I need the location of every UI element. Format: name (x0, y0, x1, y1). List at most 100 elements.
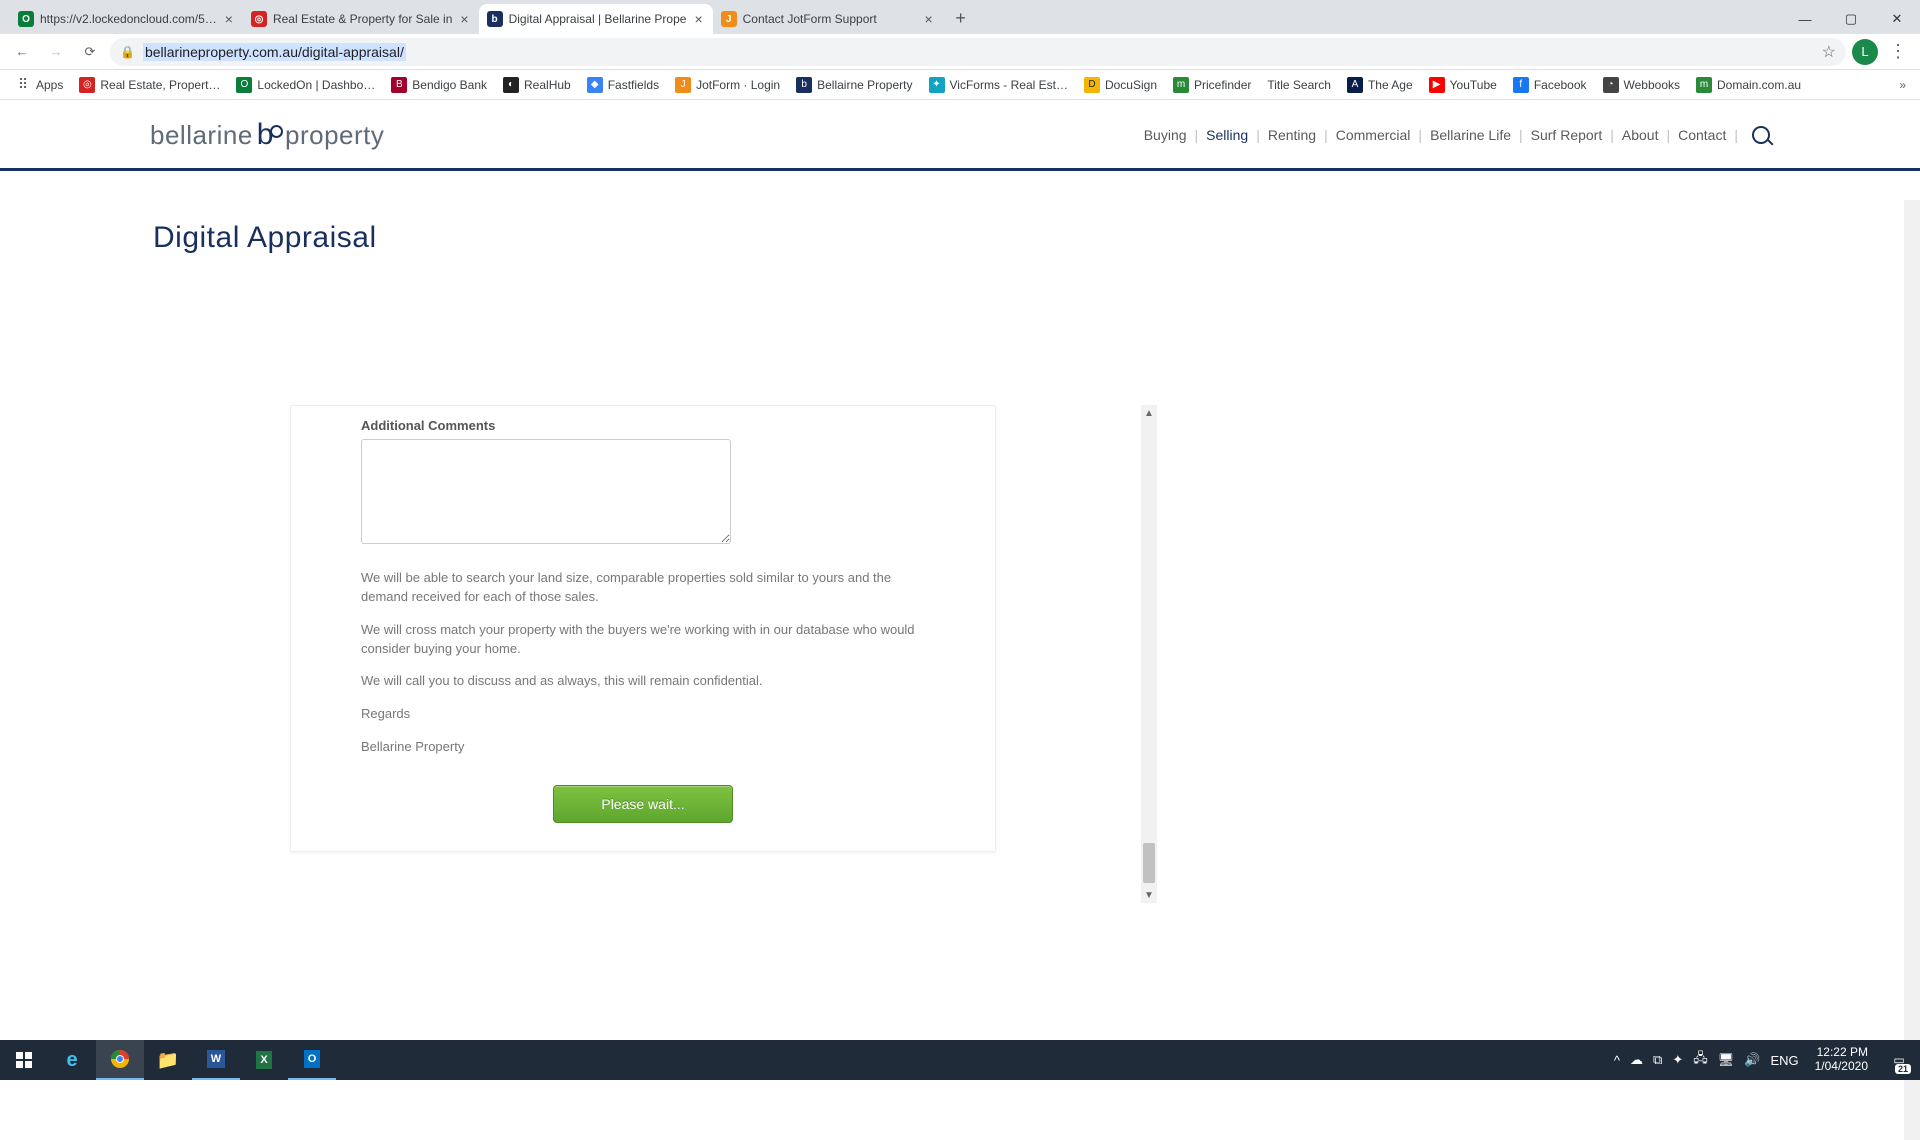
lock-icon: 🔒 (120, 45, 135, 59)
notification-count: 21 (1895, 1064, 1911, 1074)
bookmark-item[interactable]: ◎Real Estate, Propert… (72, 73, 227, 97)
nav-separator: | (1734, 127, 1738, 143)
tab-close-icon[interactable]: × (692, 11, 704, 27)
tray-dropbox-icon[interactable]: ⧉ (1653, 1052, 1662, 1068)
bookmark-item[interactable]: ⠿ Apps (8, 73, 70, 97)
taskbar-clock[interactable]: 12:22 PM 1/04/2020 (1809, 1046, 1874, 1074)
bookmark-favicon: J (675, 77, 691, 93)
bookmark-star-icon[interactable]: ☆ (1822, 42, 1836, 62)
bookmark-favicon: m (1173, 77, 1189, 93)
chrome-menu-button[interactable]: ⋮ (1884, 41, 1912, 62)
reload-button[interactable]: ⟳ (76, 38, 104, 66)
nav-link-surf-report[interactable]: Surf Report (1531, 127, 1603, 143)
info-text-2: We will cross match your property with t… (361, 621, 925, 659)
tray-sync-icon[interactable]: ✦ (1672, 1052, 1683, 1068)
nav-link-buying[interactable]: Buying (1144, 127, 1187, 143)
close-window-button[interactable]: ✕ (1874, 4, 1920, 34)
new-tab-button[interactable]: + (947, 4, 975, 32)
tray-chevron-icon[interactable]: ^ (1614, 1053, 1620, 1068)
info-text-5: Bellarine Property (361, 738, 925, 757)
bookmarks-overflow-icon[interactable]: » (1893, 78, 1912, 92)
action-center-button[interactable]: ▭ 21 (1884, 1040, 1914, 1080)
tab-close-icon[interactable]: × (922, 11, 934, 27)
tray-language[interactable]: ENG (1770, 1053, 1798, 1068)
windows-taskbar: e 📁 W X O ^ ☁ ⧉ ✦ 🖧 🖥 🔊 ENG 12:22 PM 1/0… (0, 1040, 1920, 1080)
clock-date: 1/04/2020 (1815, 1060, 1868, 1074)
bookmark-item[interactable]: DDocuSign (1077, 73, 1164, 97)
nav-separator: | (1519, 127, 1523, 143)
tab-favicon: ◎ (251, 11, 267, 27)
url-text: bellarineproperty.com.au/digital-apprais… (143, 43, 406, 61)
browser-tab[interactable]: bDigital Appraisal | Bellarine Prope× (479, 4, 713, 34)
browser-tab[interactable]: Ohttps://v2.lockedoncloud.com/5…× (10, 4, 243, 34)
bookmark-item[interactable]: BBendigo Bank (384, 73, 494, 97)
clock-time: 12:22 PM (1815, 1046, 1868, 1060)
tray-volume-icon[interactable]: 🔊 (1744, 1052, 1760, 1068)
tab-close-icon[interactable]: × (458, 11, 470, 27)
bookmark-item[interactable]: Title Search (1260, 74, 1338, 96)
taskbar-explorer[interactable]: 📁 (144, 1040, 192, 1080)
bookmark-favicon: ◆ (587, 77, 603, 93)
taskbar-edge[interactable]: e (48, 1040, 96, 1080)
bookmark-favicon: f (1513, 77, 1529, 93)
taskbar-excel[interactable]: X (240, 1040, 288, 1080)
start-button[interactable] (0, 1040, 48, 1080)
forward-button[interactable]: → (42, 38, 70, 66)
taskbar-word[interactable]: W (192, 1040, 240, 1080)
tab-favicon: b (487, 11, 503, 27)
bookmark-label: Domain.com.au (1717, 78, 1801, 92)
bookmark-favicon: m (1696, 77, 1712, 93)
bookmark-item[interactable]: ◐RealHub (496, 73, 578, 97)
scrollbar-thumb[interactable] (1143, 843, 1155, 883)
bookmark-favicon: ◔ (1603, 77, 1619, 93)
brand-logo[interactable]: bellarine b property (150, 118, 384, 152)
bookmark-item[interactable]: ✦VicForms - Real Est… (922, 73, 1075, 97)
bookmark-item[interactable]: OLockedOn | Dashbo… (229, 73, 382, 97)
maximize-button[interactable]: ▢ (1828, 4, 1874, 34)
iframe-scrollbar[interactable]: ▲ ▼ (1141, 405, 1157, 903)
submit-button[interactable]: Please wait... (553, 785, 733, 823)
nav-search-icon[interactable] (1752, 126, 1770, 144)
bookmark-favicon: ⠿ (15, 77, 31, 93)
bookmark-item[interactable]: mPricefinder (1166, 73, 1258, 97)
bookmark-item[interactable]: AThe Age (1340, 73, 1420, 97)
tray-network-icon[interactable]: 🖧 (1693, 1049, 1708, 1071)
nav-link-commercial[interactable]: Commercial (1336, 127, 1411, 143)
comments-textarea[interactable] (361, 439, 731, 544)
taskbar-chrome[interactable] (96, 1040, 144, 1080)
bookmark-label: RealHub (524, 78, 571, 92)
tray-display-icon[interactable]: 🖥 (1718, 1052, 1735, 1068)
taskbar-outlook[interactable]: O (288, 1040, 336, 1080)
nav-link-contact[interactable]: Contact (1678, 127, 1726, 143)
info-text-4: Regards (361, 705, 925, 724)
nav-link-selling[interactable]: Selling (1206, 127, 1248, 143)
bookmark-item[interactable]: bBellairne Property (789, 73, 919, 97)
bookmark-item[interactable]: ▶YouTube (1422, 73, 1504, 97)
bookmark-item[interactable]: fFacebook (1506, 73, 1594, 97)
address-input[interactable]: 🔒 bellarineproperty.com.au/digital-appra… (110, 38, 1846, 66)
tab-close-icon[interactable]: × (223, 11, 235, 27)
nav-link-renting[interactable]: Renting (1268, 127, 1316, 143)
bookmark-item[interactable]: ◔Webbooks (1596, 73, 1687, 97)
bookmark-item[interactable]: ◆Fastfields (580, 73, 666, 97)
system-tray: ^ ☁ ⧉ ✦ 🖧 🖥 🔊 ENG 12:22 PM 1/04/2020 ▭ 2… (1614, 1040, 1920, 1080)
bookmark-item[interactable]: m Domain.com.au (1689, 73, 1808, 97)
browser-tab[interactable]: ◎Real Estate & Property for Sale in× (243, 4, 479, 34)
profile-avatar[interactable]: L (1852, 39, 1878, 65)
page-content: bellarine b property Buying | Selling | … (0, 100, 1920, 275)
nav-separator: | (1666, 127, 1670, 143)
brand-mark: b (257, 118, 281, 152)
scrollbar-down-icon[interactable]: ▼ (1141, 887, 1157, 903)
tray-onedrive-icon[interactable]: ☁ (1630, 1052, 1643, 1068)
address-bar-row: ← → ⟳ 🔒 bellarineproperty.com.au/digital… (0, 34, 1920, 70)
bookmark-item[interactable]: JJotForm · Login (668, 73, 787, 97)
back-button[interactable]: ← (8, 38, 36, 66)
nav-link-bellarine-life[interactable]: Bellarine Life (1430, 127, 1511, 143)
bookmark-label: Bellairne Property (817, 78, 912, 92)
minimize-button[interactable]: — (1782, 4, 1828, 34)
bookmark-label: Apps (36, 78, 63, 92)
page-scrollbar[interactable] (1904, 200, 1920, 1140)
scrollbar-up-icon[interactable]: ▲ (1141, 405, 1157, 421)
browser-tab[interactable]: JContact JotForm Support× (713, 4, 943, 34)
nav-link-about[interactable]: About (1622, 127, 1659, 143)
